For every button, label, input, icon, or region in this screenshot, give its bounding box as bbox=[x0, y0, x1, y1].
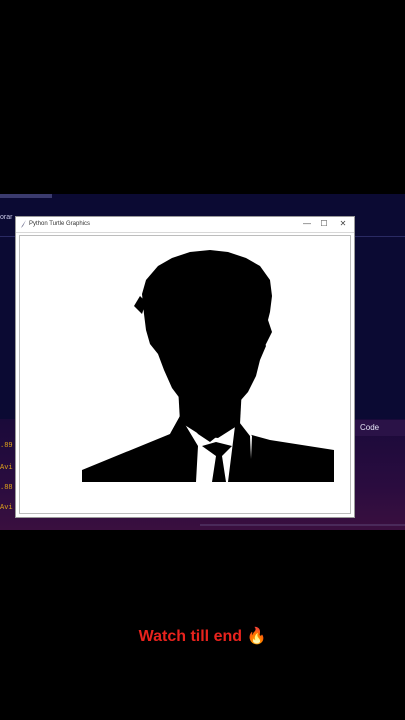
ide-panel-tab-code[interactable]: Code bbox=[355, 420, 405, 436]
ide-left-tab[interactable]: orar bbox=[0, 214, 12, 221]
man-silhouette-drawing bbox=[82, 250, 334, 482]
maximize-button[interactable]: ☐ bbox=[319, 219, 329, 229]
window-titlebar[interactable]: Python Turtle Graphics — ☐ ✕ bbox=[16, 217, 354, 233]
output-line: Avi bbox=[0, 504, 13, 512]
ide-status-line bbox=[200, 524, 405, 526]
ide-top-accent bbox=[0, 194, 52, 198]
output-line: Avi bbox=[0, 464, 13, 472]
close-button[interactable]: ✕ bbox=[338, 219, 348, 229]
turtle-graphics-window[interactable]: Python Turtle Graphics — ☐ ✕ bbox=[15, 216, 355, 518]
window-title: Python Turtle Graphics bbox=[29, 221, 91, 227]
video-caption: Watch till end 🔥 bbox=[0, 626, 405, 646]
output-line: .88 bbox=[0, 484, 13, 492]
fire-icon: 🔥 bbox=[246, 628, 267, 645]
turtle-canvas[interactable] bbox=[19, 235, 351, 514]
caption-text: Watch till end bbox=[138, 628, 243, 645]
output-line: .89 bbox=[0, 442, 13, 450]
feather-icon bbox=[21, 220, 26, 228]
minimize-button[interactable]: — bbox=[302, 219, 312, 229]
head-hair bbox=[142, 250, 272, 416]
